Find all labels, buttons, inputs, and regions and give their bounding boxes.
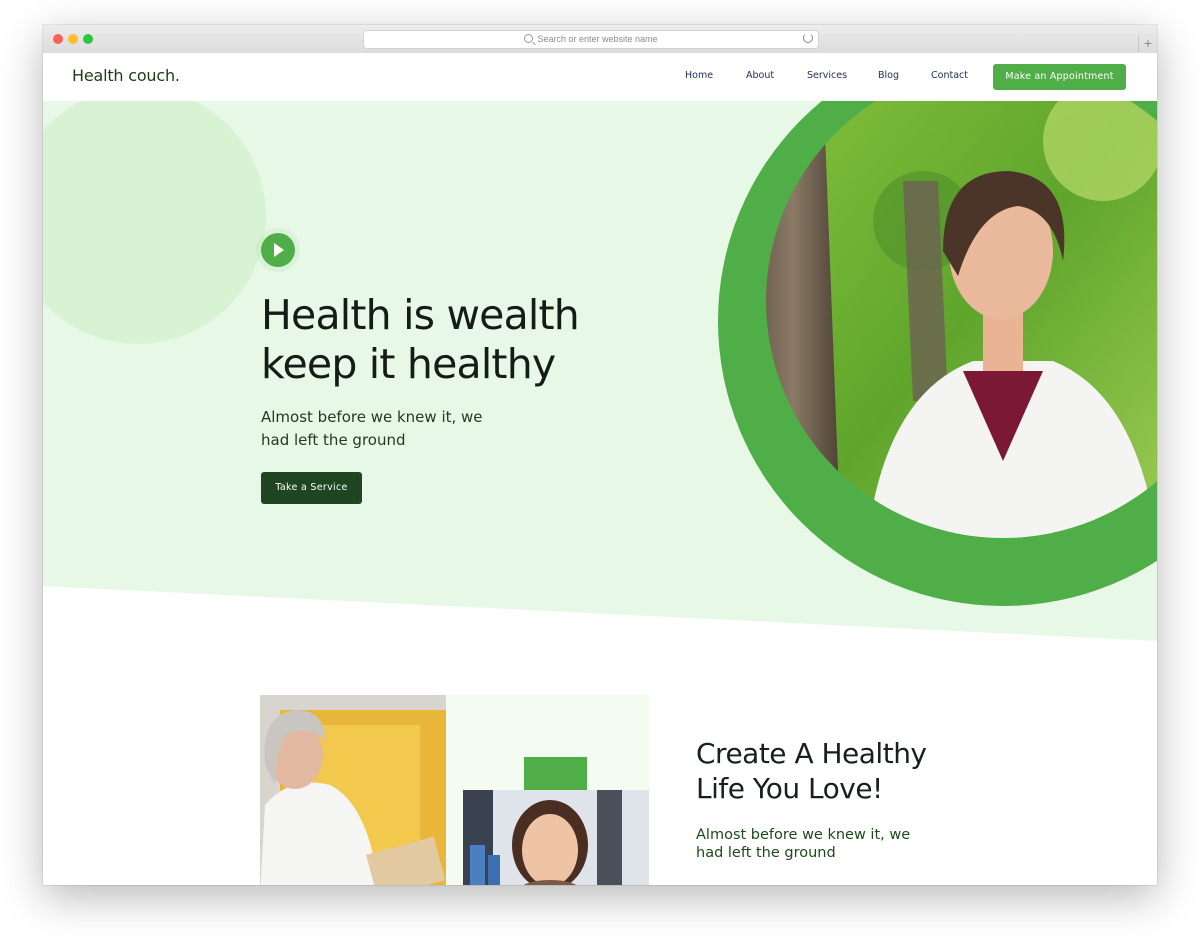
section-subtitle-line-2: had left the ground bbox=[696, 845, 836, 861]
new-tab-button[interactable]: + bbox=[1138, 35, 1157, 52]
take-a-service-button[interactable]: Take a Service bbox=[261, 472, 362, 504]
hero-title-line-1: Health is wealth bbox=[261, 291, 580, 339]
browser-window: Search or enter website name + Health co… bbox=[43, 25, 1157, 885]
site-header: Health couch. Home About Services Blog C… bbox=[43, 53, 1157, 101]
reload-icon[interactable] bbox=[803, 33, 813, 43]
nav-blog[interactable]: Blog bbox=[878, 70, 899, 81]
hero-subtitle-line-2: had left the ground bbox=[261, 431, 406, 449]
website: Health couch. Home About Services Blog C… bbox=[43, 53, 1157, 885]
hero-title-line-2: keep it healthy bbox=[261, 340, 556, 388]
make-appointment-button[interactable]: Make an Appointment bbox=[993, 64, 1126, 90]
address-bar[interactable]: Search or enter website name bbox=[363, 30, 819, 49]
hero-subtitle-line-1: Almost before we knew it, we bbox=[261, 408, 483, 426]
hero-title: Health is wealth keep it healthy bbox=[261, 291, 681, 389]
maximize-window-button[interactable] bbox=[83, 34, 93, 44]
section-title-line-2: Life You Love! bbox=[696, 772, 883, 805]
nav-home[interactable]: Home bbox=[685, 70, 713, 81]
section-title: Create A Healthy Life You Love! bbox=[696, 736, 1076, 806]
search-icon bbox=[524, 34, 534, 43]
section-photo-collage bbox=[260, 695, 649, 885]
close-window-button[interactable] bbox=[53, 34, 63, 44]
nav-about[interactable]: About bbox=[746, 70, 774, 81]
minimize-window-button[interactable] bbox=[68, 34, 78, 44]
hero-subtitle: Almost before we knew it, we had left th… bbox=[261, 406, 521, 452]
browser-titlebar: Search or enter website name + bbox=[43, 25, 1157, 54]
nav-services[interactable]: Services bbox=[807, 70, 847, 81]
section-subtitle-line-1: Almost before we knew it, we bbox=[696, 827, 911, 843]
smiling-woman bbox=[522, 814, 578, 885]
section-title-line-1: Create A Healthy bbox=[696, 737, 927, 770]
section-subtitle: Almost before we knew it, we had left th… bbox=[696, 826, 996, 862]
nav-contact[interactable]: Contact bbox=[931, 70, 968, 81]
play-icon[interactable] bbox=[261, 233, 295, 267]
collage-graphic bbox=[260, 695, 649, 885]
address-placeholder: Search or enter website name bbox=[537, 34, 658, 44]
site-logo[interactable]: Health couch. bbox=[72, 66, 180, 85]
